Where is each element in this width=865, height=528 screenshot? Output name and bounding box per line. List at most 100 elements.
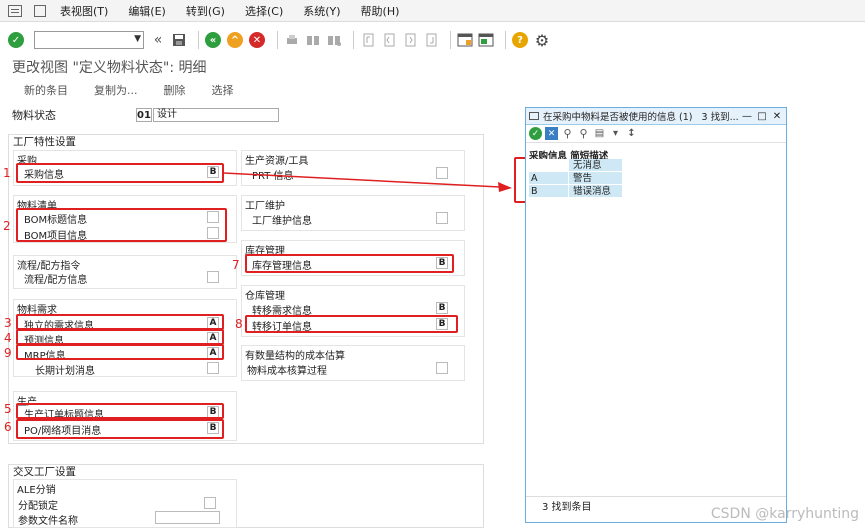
distribution-lock-label: 分配锁定	[18, 501, 58, 512]
confirm-icon[interactable]: ✓	[529, 127, 542, 140]
highlight-inventory	[245, 254, 454, 273]
new-entries-button[interactable]: 新的条目	[24, 82, 68, 98]
menu-select[interactable]: 选择(C)	[245, 3, 283, 19]
highlight-bom	[16, 208, 227, 242]
material-status-description[interactable]: 设计	[153, 108, 279, 122]
popup-table: 无消息 A 警告 B 错误消息	[529, 159, 622, 198]
prt-info-value[interactable]	[436, 167, 448, 179]
menu-edit[interactable]: 编辑(E)	[128, 3, 166, 19]
exit-icon[interactable]: ^	[227, 32, 243, 48]
next-page-icon[interactable]	[402, 32, 418, 48]
transfer-req-value[interactable]: B	[436, 302, 448, 314]
last-page-icon[interactable]	[423, 32, 439, 48]
annotation-3: 3	[4, 316, 12, 330]
shortcut-icon[interactable]	[478, 32, 494, 48]
first-page-icon[interactable]	[360, 32, 376, 48]
page-icon[interactable]	[34, 4, 46, 17]
prev-page-icon[interactable]	[381, 32, 397, 48]
find-next-icon[interactable]	[326, 32, 342, 48]
maintenance-title: 工厂维护	[245, 201, 285, 212]
sort-icon[interactable]: ↕	[625, 127, 638, 140]
print-icon[interactable]	[284, 32, 300, 48]
annotation-5: 5	[4, 402, 12, 416]
costing-title: 有数量结构的成本估算	[245, 351, 345, 362]
table-row[interactable]: 无消息	[529, 159, 622, 172]
separator	[450, 31, 451, 49]
long-term-plan-value[interactable]	[207, 362, 219, 374]
dropdown-icon[interactable]: ▾	[609, 127, 622, 140]
system-menu-icon[interactable]	[8, 4, 22, 17]
routing-info-label: 流程/配方信息	[24, 275, 88, 286]
help-icon[interactable]: ?	[512, 32, 528, 48]
routing-info-value[interactable]	[207, 271, 219, 283]
settings-icon[interactable]: ⚙	[534, 31, 550, 50]
menu-goto[interactable]: 转到(G)	[186, 3, 225, 19]
annotation-8: 8	[235, 317, 243, 331]
maintenance-info-value[interactable]	[436, 212, 448, 224]
back-icon[interactable]: «	[205, 32, 221, 48]
copy-as-button[interactable]: 复制为...	[94, 82, 138, 98]
delete-button[interactable]: 删除	[164, 82, 186, 98]
ale-title: ALE分销	[17, 485, 56, 496]
row-code: B	[529, 185, 568, 198]
separator	[353, 31, 354, 49]
find-icon[interactable]: ⚲	[561, 127, 574, 140]
annotation-7: 7	[232, 258, 240, 272]
warehouse-title: 仓库管理	[245, 291, 285, 302]
table-row[interactable]: B 错误消息	[529, 185, 622, 198]
separator	[505, 31, 506, 49]
popup-title: 在采购中物料是否被使用的信息 (1) 3 找到...	[543, 112, 739, 123]
close-icon[interactable]: ✕	[771, 111, 783, 122]
chevron-down-icon[interactable]: ▼	[134, 34, 141, 44]
watermark: CSDN @karryhunting	[710, 506, 859, 522]
menu-system[interactable]: 系统(Y)	[303, 3, 340, 19]
material-status-code[interactable]: 01	[136, 108, 152, 122]
costing-process-value[interactable]	[436, 362, 448, 374]
annotation-9: 9	[4, 346, 12, 360]
annotation-2: 2	[3, 219, 11, 233]
menu-table-view[interactable]: 表视图(T)	[60, 3, 108, 19]
prt-info-label: PRT 信息	[252, 171, 294, 182]
save-icon[interactable]	[171, 32, 187, 48]
collapse-icon[interactable]: «	[150, 32, 166, 48]
highlight-independent-req	[16, 314, 224, 330]
highlight-purchasing	[16, 163, 224, 183]
long-term-plan-label: 长期计划消息	[35, 366, 95, 377]
select-button[interactable]: 选择	[212, 82, 234, 98]
page-title: 更改视图 "定义物料状态": 明细	[12, 60, 207, 76]
enter-icon[interactable]: ✓	[8, 32, 24, 48]
profile-name-label: 参数文件名称	[18, 516, 78, 527]
highlight-prod-order	[16, 403, 224, 419]
find-icon[interactable]	[305, 32, 321, 48]
row-desc: 错误消息	[568, 185, 622, 198]
minimize-icon[interactable]: —	[741, 111, 753, 122]
maximize-icon[interactable]: □	[756, 111, 768, 122]
separator	[277, 31, 278, 49]
profile-name-input[interactable]	[155, 511, 220, 524]
highlight-transfer-order	[245, 315, 458, 333]
routing-title: 流程/配方指令	[17, 261, 81, 272]
popup-header: 在采购中物料是否被使用的信息 (1) 3 找到... — □ ✕	[526, 108, 786, 125]
annotation-1: 1	[3, 166, 11, 180]
new-session-icon[interactable]	[457, 32, 473, 48]
row-desc: 警告	[568, 172, 622, 185]
command-field[interactable]: ▼	[34, 31, 144, 49]
highlight-po-network	[16, 419, 224, 439]
row-code	[529, 159, 568, 172]
material-status-label: 物料状态	[12, 109, 56, 122]
table-row[interactable]: A 警告	[529, 172, 622, 185]
annotation-4: 4	[4, 331, 12, 345]
cancel-icon[interactable]: ✕	[249, 32, 265, 48]
value-help-popup: 在采购中物料是否被使用的信息 (1) 3 找到... — □ ✕ ✓ ✕ ⚲ ⚲…	[525, 107, 787, 523]
prt-title: 生产资源/工具	[245, 156, 309, 167]
find-next-icon[interactable]: ⚲	[577, 127, 590, 140]
menu-bar: 表视图(T) 编辑(E) 转到(G) 选择(C) 系统(Y) 帮助(H)	[0, 0, 865, 22]
distribution-lock-checkbox[interactable]	[204, 497, 216, 509]
costing-process-label: 物料成本核算过程	[247, 366, 327, 377]
menu-help[interactable]: 帮助(H)	[361, 3, 400, 19]
cross-plant-title: 交叉工厂设置	[13, 466, 76, 478]
maintenance-info-label: 工厂维护信息	[252, 216, 312, 227]
print-icon[interactable]: ▤	[593, 127, 606, 140]
annotation-6: 6	[4, 420, 12, 434]
cancel-icon[interactable]: ✕	[545, 127, 558, 140]
